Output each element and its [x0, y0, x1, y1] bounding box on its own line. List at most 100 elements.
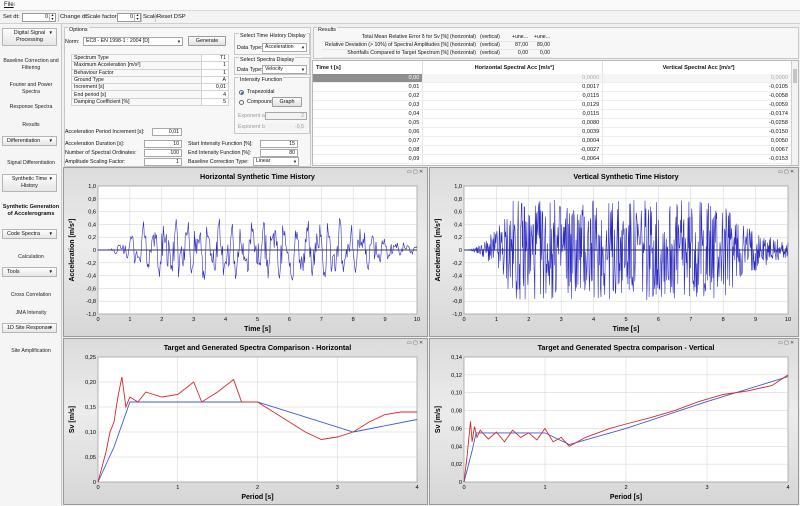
grid-cell[interactable]: 0,00: [313, 74, 424, 84]
close-icon[interactable]: ✕: [790, 169, 794, 175]
grid-row[interactable]: 0,03 0,0129 -0,0059: [313, 100, 792, 111]
sidebar-item-results[interactable]: Results: [2, 122, 60, 129]
grid-cell[interactable]: 0,0115: [422, 91, 604, 102]
grid-cell[interactable]: -0,0153: [602, 154, 792, 165]
sidebar-item-signal-differentiation[interactable]: Signal Differentiation: [2, 160, 60, 167]
grid-cell[interactable]: 0,09: [313, 154, 424, 165]
grid-cell[interactable]: -0,0027: [422, 145, 604, 156]
grid-cell[interactable]: 0,0067: [602, 145, 792, 156]
grid-cell[interactable]: 0,01: [313, 82, 424, 93]
generate-button[interactable]: Generate: [188, 36, 226, 46]
num-spectral-ordinates-field[interactable]: 100: [144, 149, 182, 157]
scrollbar-thumb[interactable]: [793, 69, 797, 83]
sidebar-item-jma-intensity[interactable]: JMA Intensity: [2, 310, 60, 317]
parameter-row[interactable]: Increment [s] 0,01: [71, 83, 230, 92]
th-data-type-select[interactable]: Acceleration ▼: [262, 43, 307, 52]
grid-cell[interactable]: 0,08: [313, 145, 424, 156]
grid-cell[interactable]: -0,0105: [602, 82, 792, 93]
grid-cell[interactable]: 0,0129: [422, 100, 604, 111]
grid-column-header[interactable]: Vertical Spectral Acc [m/s²]: [602, 61, 792, 74]
parameter-value[interactable]: 1: [200, 61, 230, 70]
menu-overflow-icon[interactable]: ⁝: [14, 2, 16, 8]
acc-period-increment-field[interactable]: 0,01: [152, 128, 182, 136]
sp-data-type-select[interactable]: Velocity ▼: [262, 65, 307, 74]
exponent-b-field[interactable]: -0,5: [265, 123, 307, 131]
grid-cell[interactable]: 0,10: [313, 163, 424, 165]
minimize-icon[interactable]: ▭: [407, 340, 412, 346]
sidebar-section-code-spectra[interactable]: Code Spectra ▼: [2, 229, 57, 239]
baseline-select[interactable]: Linear ▼: [253, 157, 299, 166]
minimize-icon[interactable]: ▭: [778, 169, 783, 175]
exponent-a-field[interactable]: 2: [265, 112, 307, 120]
grid-row[interactable]: 0,06 0,0039 -0,0150: [313, 127, 792, 138]
set-dt-spinner-icon[interactable]: ▲ ▼: [49, 13, 55, 21]
parameter-value[interactable]: 5: [200, 97, 230, 107]
grid-cell[interactable]: 0,0000: [422, 74, 604, 84]
scale-factor-input[interactable]: 0 ▲ ▼: [117, 13, 141, 22]
close-icon[interactable]: ✕: [419, 169, 423, 175]
grid-row[interactable]: 0,04 0,0115 -0,0174: [313, 109, 792, 120]
grid-row[interactable]: 0,08 -0,0027 0,0067: [313, 145, 792, 156]
parameter-row[interactable]: Maximum Acceleration [m/s²] 1: [71, 61, 230, 70]
sidebar-section-1d-site-response[interactable]: 1D Site Response ▼: [2, 323, 57, 333]
grid-cell[interactable]: 0,0039: [422, 127, 604, 138]
parameter-row[interactable]: Damping Coefficient [%] 5: [71, 97, 230, 107]
grid-cell[interactable]: 0,0017: [422, 82, 604, 93]
grid-cell[interactable]: -0,0059: [602, 100, 792, 111]
parameter-row[interactable]: End period [s] 4: [71, 90, 230, 99]
sidebar-item-fourier-and-power-spectra[interactable]: Fourier and Power Spectra: [2, 82, 60, 95]
end-intensity-field[interactable]: 80: [260, 149, 298, 157]
parameter-value[interactable]: 4: [200, 90, 230, 99]
grid-row[interactable]: 0,01 0,0017 -0,0105: [313, 82, 792, 93]
grid-row[interactable]: 0,05 0,0080 -0,0258: [313, 118, 792, 129]
grid-column-header[interactable]: Horizontal Spectral Acc [m/s²]: [422, 61, 604, 74]
scale-factor-spinner-icon[interactable]: ▲ ▼: [134, 13, 140, 21]
maximize-icon[interactable]: ▢: [413, 340, 418, 346]
maximize-icon[interactable]: ▢: [784, 169, 789, 175]
sidebar-item-site-amplification[interactable]: Site Amplification: [2, 348, 60, 355]
grid-cell[interactable]: 0,07: [313, 136, 424, 147]
close-icon[interactable]: ✕: [790, 340, 794, 346]
sidebar-item-calculation[interactable]: Calculation: [2, 254, 60, 261]
grid-cell[interactable]: -0,0317: [602, 163, 792, 165]
sidebar-section-digital-signal-processing[interactable]: Digital Signal Processing ▼: [2, 28, 57, 46]
grid-cell[interactable]: -0,0117: [422, 163, 604, 165]
sidebar-item-baseline-correction-and-filtering[interactable]: Baseline Correction and Filtering: [2, 58, 60, 71]
parameter-value[interactable]: A: [200, 75, 230, 85]
grid-cell[interactable]: -0,0064: [422, 154, 604, 165]
grid-cell[interactable]: 0,06: [313, 127, 424, 138]
set-dt-input[interactable]: 0 ▲ ▼: [22, 13, 56, 22]
sidebar-item-cross-correlation[interactable]: Cross Correlation: [2, 292, 60, 299]
grid-cell[interactable]: 0,0004: [422, 136, 604, 147]
grid-cell[interactable]: 0,03: [313, 100, 424, 111]
grid-row[interactable]: 0,02 0,0115 -0,0058: [313, 91, 792, 102]
grid-row[interactable]: 0,07 0,0004 0,0050: [313, 136, 792, 147]
grid-row[interactable]: 0,09 -0,0064 -0,0153: [313, 154, 792, 165]
amp-scaling-field[interactable]: 1: [144, 158, 182, 166]
grid-cell[interactable]: -0,0058: [602, 91, 792, 102]
graph-button[interactable]: Graph: [272, 97, 302, 107]
close-icon[interactable]: ✕: [419, 340, 423, 346]
trapezoidal-radio[interactable]: [239, 90, 244, 95]
grid-row[interactable]: 0,00 0,0000 0,0000: [313, 74, 792, 84]
minimize-icon[interactable]: ▭: [407, 169, 412, 175]
parameter-row[interactable]: Spectrum Type T1: [71, 53, 230, 63]
sidebar-item-synthetic-generation-of-accelerograms[interactable]: Synthetic Generation of Accelerograms: [2, 204, 60, 217]
grid-row[interactable]: 0,10-0,0117-0,0317: [313, 163, 792, 165]
grid-cell[interactable]: 0,05: [313, 118, 424, 129]
change-dt-button[interactable]: Change dt: [58, 13, 88, 22]
start-intensity-field[interactable]: 15: [260, 140, 298, 148]
grid-cell[interactable]: 0,0050: [602, 136, 792, 147]
minimize-icon[interactable]: ▭: [778, 340, 783, 346]
grid-cell[interactable]: 0,0115: [422, 109, 604, 120]
vertical-scrollbar[interactable]: [791, 61, 798, 165]
sidebar-section-synthetic-time-history[interactable]: Synthetic Time History ▼: [2, 174, 57, 192]
parameter-value[interactable]: T1: [200, 53, 230, 63]
parameter-row[interactable]: Behaviour Factor 1: [71, 68, 230, 77]
grid-cell[interactable]: 0,0080: [422, 118, 604, 129]
grid-cell[interactable]: 0,0000: [602, 74, 792, 84]
acc-duration-field[interactable]: 10: [144, 140, 182, 148]
maximize-icon[interactable]: ▢: [413, 169, 418, 175]
menu-file[interactable]: File: [4, 2, 14, 8]
compound-radio[interactable]: [239, 100, 244, 105]
